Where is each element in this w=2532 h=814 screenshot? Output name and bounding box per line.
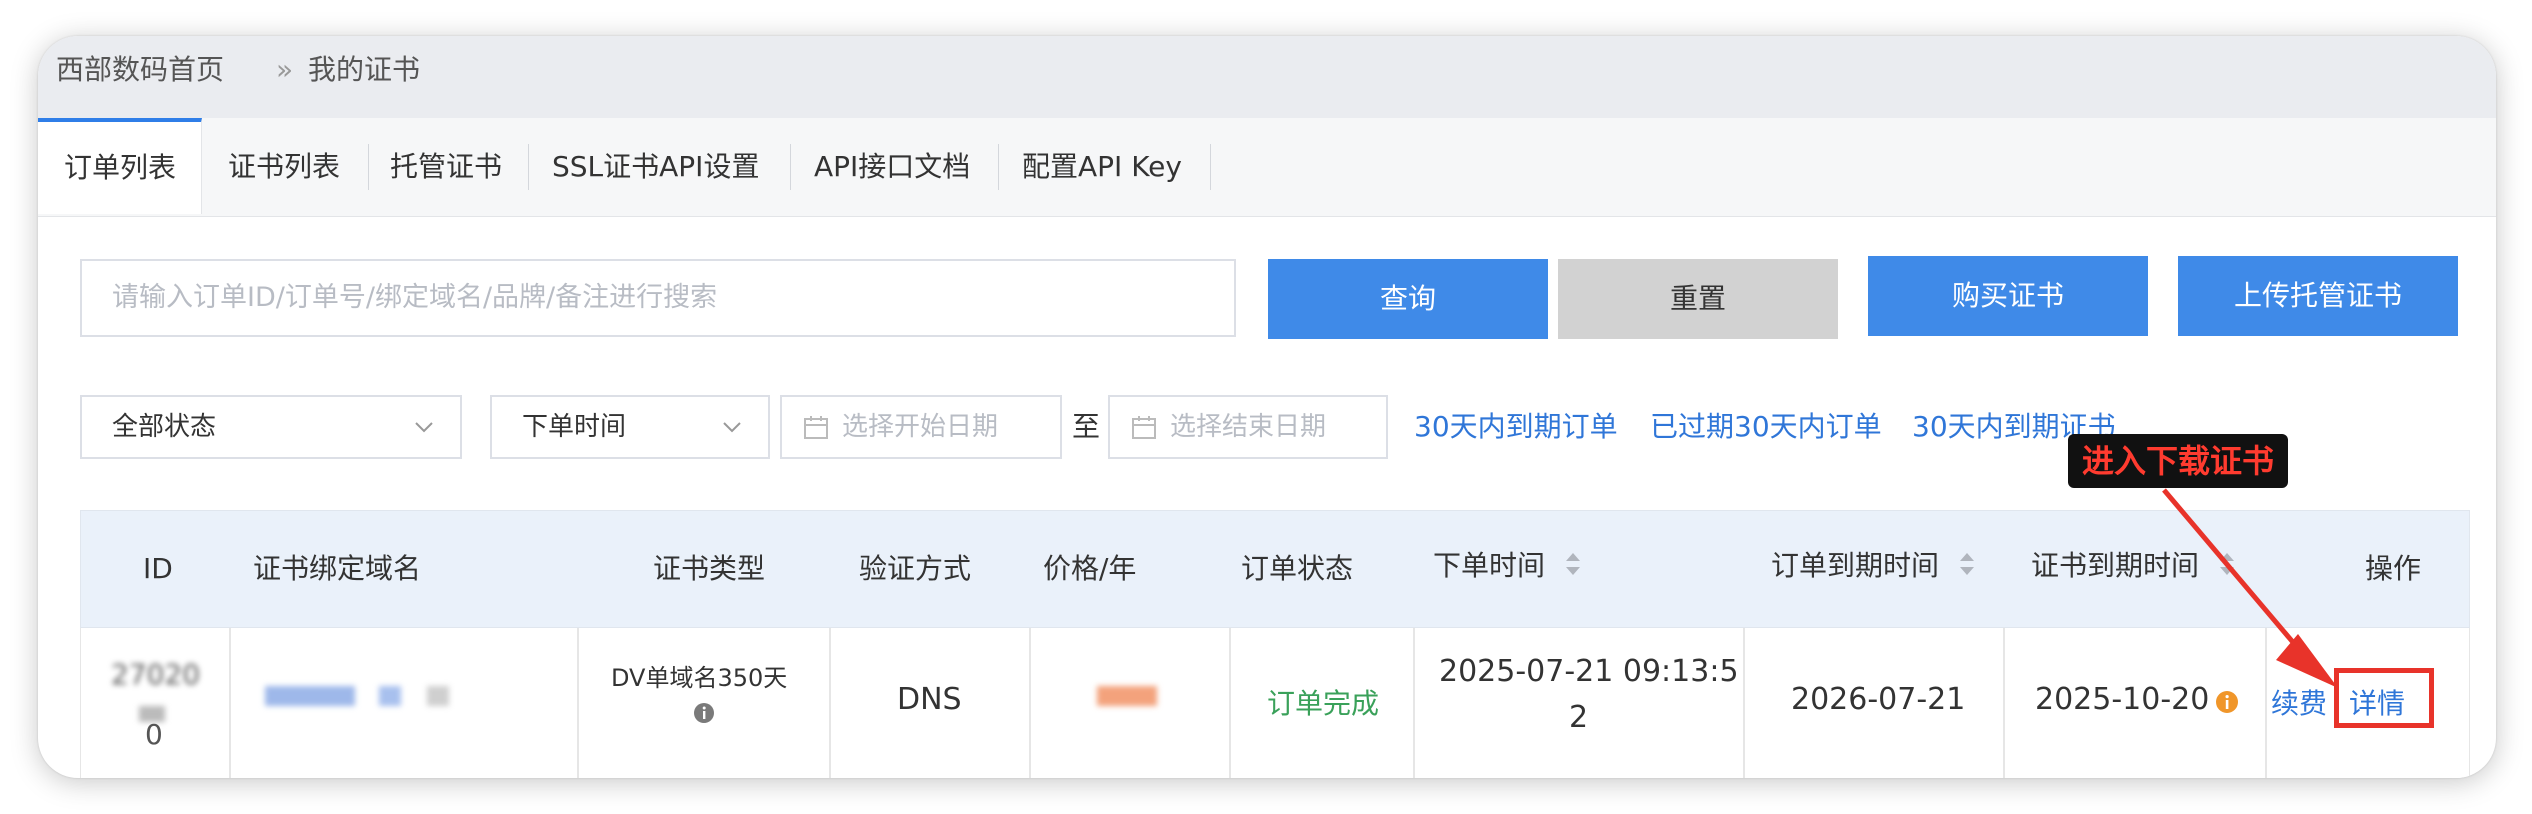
domain-redacted-block (379, 686, 401, 706)
order-time-line2: 2 (1569, 700, 1589, 735)
start-date-input[interactable]: 选择开始日期 (780, 395, 1062, 459)
tab-divider (998, 144, 999, 190)
column-verify-method: 验证方式 (859, 552, 972, 585)
tab-cert-list[interactable]: 证书列表 (228, 118, 340, 216)
order-id-line1: 27020 (111, 658, 201, 691)
cell-divider (1413, 628, 1415, 778)
column-order-status: 订单状态 (1241, 552, 1354, 585)
tab-divider (528, 144, 529, 190)
column-order-expire-label: 订单到期时间 (1771, 549, 1940, 582)
order-status: 订单完成 (1267, 687, 1380, 720)
tab-divider (368, 144, 369, 190)
status-select[interactable]: 全部状态 (80, 395, 462, 459)
domain-redacted-block (265, 686, 355, 706)
verify-method: DNS (897, 682, 962, 717)
column-id: ID (143, 552, 173, 585)
column-order-time[interactable]: 下单时间 (1433, 511, 1582, 621)
chevron-down-icon (723, 422, 741, 433)
breadcrumb-home-link[interactable]: 西部数码首页 (56, 50, 224, 90)
tab-hosted-cert[interactable]: 托管证书 (390, 118, 502, 216)
upload-hosted-cert-button[interactable]: 上传托管证书 (2178, 256, 2458, 336)
breadcrumb: 西部数码首页 » 我的证书 (38, 36, 2496, 118)
time-field-select[interactable]: 下单时间 (490, 395, 770, 459)
cell-divider (577, 628, 579, 778)
order-id-line3: 0 (145, 718, 163, 751)
tab-api-docs[interactable]: API接口文档 (814, 118, 970, 216)
start-date-placeholder: 选择开始日期 (842, 412, 999, 442)
annotation-highlight-box (2334, 668, 2434, 728)
query-button[interactable]: 查询 (1268, 259, 1548, 339)
end-date-input[interactable]: 选择结束日期 (1108, 395, 1388, 459)
reset-button[interactable]: 重置 (1558, 259, 1838, 339)
table-row: 27020 0 DV单域名350天 DNS 订单完成 2025-07-21 09… (80, 628, 2470, 778)
cert-order-panel: 西部数码首页 » 我的证书 订单列表 证书列表 托管证书 SSL证书API设置 … (38, 36, 2496, 778)
column-domain: 证书绑定域名 (253, 552, 422, 585)
link-orders-expiring-30d[interactable]: 30天内到期订单 (1414, 395, 1618, 459)
search-input[interactable]: 请输入订单ID/订单号/绑定域名/品牌/备注进行搜索 (80, 259, 1236, 337)
table-header: ID 证书绑定域名 证书类型 验证方式 价格/年 订单状态 下单时间 订单到期时… (80, 510, 2470, 628)
cell-divider (1743, 628, 1745, 778)
chevron-down-icon (415, 422, 433, 433)
sort-icon[interactable] (1564, 550, 1582, 578)
info-icon[interactable] (693, 702, 715, 724)
calendar-icon (804, 416, 828, 439)
column-cert-type: 证书类型 (653, 552, 766, 585)
cell-divider (2003, 628, 2005, 778)
tab-bar: 订单列表 证书列表 托管证书 SSL证书API设置 API接口文档 配置API … (38, 118, 2496, 217)
column-order-expire[interactable]: 订单到期时间 (1771, 511, 1976, 621)
search-placeholder: 请输入订单ID/订单号/绑定域名/品牌/备注进行搜索 (112, 282, 718, 313)
column-order-time-label: 下单时间 (1433, 549, 1546, 582)
column-price: 价格/年 (1043, 552, 1137, 585)
price-redacted (1097, 686, 1157, 706)
cell-divider (229, 628, 231, 778)
tab-divider (790, 144, 791, 190)
cell-divider (829, 628, 831, 778)
link-orders-expired-30d[interactable]: 已过期30天内订单 (1650, 395, 1882, 459)
tab-divider (1210, 144, 1211, 190)
buy-cert-button[interactable]: 购买证书 (1868, 256, 2148, 336)
sort-icon[interactable] (1958, 550, 1976, 578)
annotation-label: 进入下载证书 (2068, 434, 2289, 488)
end-date-placeholder: 选择结束日期 (1170, 412, 1327, 442)
breadcrumb-current: 我的证书 (308, 53, 421, 86)
calendar-icon (1132, 416, 1156, 439)
domain-redacted-block (427, 686, 449, 706)
order-time-line1: 2025-07-21 09:13:5 (1439, 654, 1739, 689)
tab-order-list[interactable]: 订单列表 (38, 118, 202, 214)
tab-ssl-api-settings[interactable]: SSL证书API设置 (552, 118, 759, 216)
cell-divider (1229, 628, 1231, 778)
cert-type: DV单域名350天 (611, 664, 788, 692)
cell-divider (1029, 628, 1031, 778)
time-field-select-value: 下单时间 (522, 412, 627, 442)
breadcrumb-separator-icon: » (276, 53, 294, 86)
order-expire: 2026-07-21 (1791, 682, 1966, 717)
date-range-separator: 至 (1072, 410, 1101, 443)
tab-api-key[interactable]: 配置API Key (1022, 118, 1182, 216)
status-select-value: 全部状态 (112, 412, 217, 442)
